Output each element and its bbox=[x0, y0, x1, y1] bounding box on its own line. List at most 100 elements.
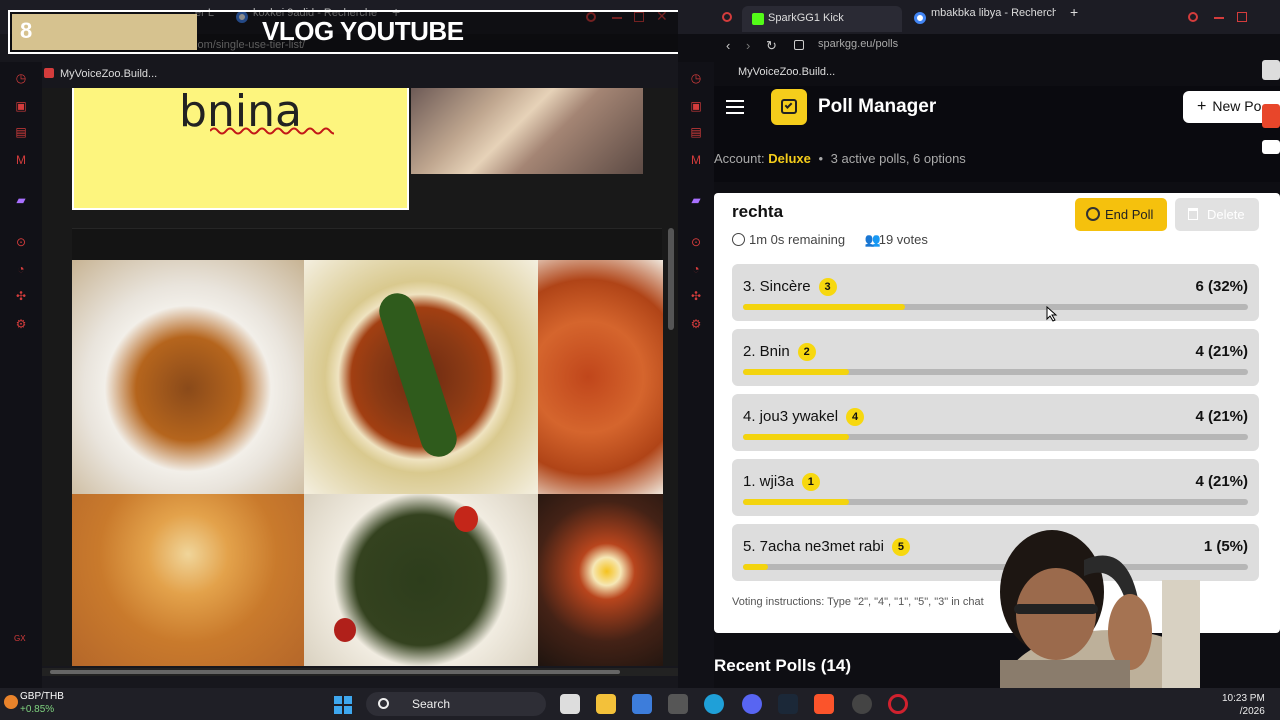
food-image-shakshuka[interactable] bbox=[538, 494, 663, 666]
option-label-wrap: 3. Sincère 3 bbox=[743, 278, 837, 296]
app-icon[interactable] bbox=[668, 694, 688, 714]
clock-icon bbox=[732, 233, 745, 246]
tier-row-separator bbox=[72, 228, 662, 260]
sidebar-bag-icon[interactable]: ▣ bbox=[13, 98, 29, 114]
delete-poll-button[interactable]: Delete bbox=[1175, 198, 1259, 231]
right-maximize-icon[interactable] bbox=[1237, 12, 1247, 22]
system-clock[interactable]: 10:23 PM /2026 bbox=[1222, 692, 1265, 718]
option-label: 2. Bnin bbox=[743, 343, 790, 360]
account-type: Deluxe bbox=[768, 151, 811, 166]
reload-icon[interactable]: ↻ bbox=[766, 38, 777, 54]
stocks-icon[interactable] bbox=[4, 695, 18, 709]
poll-option[interactable]: 4. jou3 ywakel 4 4 (21%) bbox=[732, 394, 1259, 451]
recent-polls-heading[interactable]: Recent Polls (14) bbox=[714, 656, 851, 676]
sidebar-wallet-icon[interactable]: ▤ bbox=[13, 124, 29, 140]
poll-option[interactable]: 2. Bnin 2 4 (21%) bbox=[732, 329, 1259, 386]
new-poll-label: New Po bbox=[1212, 98, 1262, 114]
right-sidebar-clock-icon[interactable]: ◔ bbox=[688, 261, 704, 277]
end-poll-button[interactable]: End Poll bbox=[1075, 198, 1167, 231]
right-sidebar-settings-icon[interactable]: ⚙ bbox=[688, 316, 704, 332]
left-bookmarks-bar: MyVoiceZoo.Build... bbox=[0, 62, 678, 86]
file-explorer-icon[interactable] bbox=[596, 694, 616, 714]
right-sidebar-wallet-icon[interactable]: ▤ bbox=[688, 124, 704, 140]
option-result: 6 (32%) bbox=[1195, 278, 1248, 295]
poll-option[interactable]: 1. wji3a 1 4 (21%) bbox=[732, 459, 1259, 516]
right-sidebar-history-icon[interactable]: ◷ bbox=[688, 70, 704, 86]
sidebar-twitch-icon[interactable]: ▰ bbox=[13, 192, 29, 208]
option-badge: 4 bbox=[846, 408, 865, 426]
time-remaining: 1m 0s remaining bbox=[749, 232, 846, 247]
option-progress-fill bbox=[743, 304, 905, 310]
back-icon[interactable]: ‹ bbox=[726, 38, 730, 53]
right-sidebar-history-icon[interactable] bbox=[722, 12, 732, 22]
app-strip-icon[interactable] bbox=[1262, 104, 1280, 128]
sidebar-gx-tag: GX bbox=[14, 634, 26, 643]
page-title: Poll Manager bbox=[818, 96, 937, 117]
spellcheck-underline bbox=[210, 127, 334, 135]
right-sidebar-player-icon[interactable]: ⊙ bbox=[688, 234, 704, 250]
right-url[interactable]: sparkgg.eu/polls bbox=[818, 38, 898, 50]
right-sidebar-puzzle-icon[interactable]: ✣ bbox=[688, 288, 704, 304]
right-new-tab-button[interactable]: + bbox=[1070, 4, 1078, 26]
food-image-stuffed-rice[interactable] bbox=[72, 494, 304, 666]
overlay-left-number: 8 bbox=[20, 18, 33, 43]
app-strip-icon[interactable] bbox=[1262, 60, 1280, 80]
right-sidebar-twitch-icon[interactable]: ▰ bbox=[688, 192, 704, 208]
right-sidebar-bag-icon[interactable]: ▣ bbox=[688, 98, 704, 114]
tier-card-yellow[interactable]: bnina bbox=[72, 88, 409, 210]
food-image-peas-stew[interactable] bbox=[72, 260, 304, 494]
forward-icon[interactable]: › bbox=[746, 38, 750, 53]
store-icon[interactable] bbox=[632, 694, 652, 714]
tab-sparkgg-kick[interactable]: SparkGG1 Kick bbox=[742, 6, 902, 32]
bookmark-icon bbox=[44, 68, 54, 78]
opera-gx-icon[interactable] bbox=[888, 694, 908, 714]
poll-option[interactable]: 3. Sincère 3 6 (32%) bbox=[732, 264, 1259, 321]
sidebar-puzzle-icon[interactable]: ✣ bbox=[13, 288, 29, 304]
account-label: Account: bbox=[714, 151, 765, 166]
option-label-wrap: 5. 7acha ne3met rabi 5 bbox=[743, 538, 910, 556]
clock-date: /2026 bbox=[1239, 706, 1265, 717]
sidebar-mail-icon[interactable]: M bbox=[13, 152, 29, 168]
pasta-dish-image[interactable] bbox=[411, 88, 643, 174]
plus-icon: + bbox=[1197, 98, 1207, 115]
right-minimize-icon[interactable] bbox=[1214, 17, 1224, 19]
left-horizontal-scroll-thumb[interactable] bbox=[50, 670, 620, 674]
food-image-mloukhia[interactable] bbox=[304, 494, 538, 666]
sidebar-settings-icon[interactable]: ⚙ bbox=[13, 316, 29, 332]
right-bookmark-item[interactable]: MyVoiceZoo.Build... bbox=[738, 66, 835, 78]
task-view-icon[interactable] bbox=[560, 694, 580, 714]
option-progress-track bbox=[743, 434, 1248, 440]
option-badge: 5 bbox=[891, 538, 910, 556]
overlay-tan-block bbox=[12, 14, 197, 50]
sidebar-player-icon[interactable]: ⊙ bbox=[13, 234, 29, 250]
left-vertical-scrollbar[interactable] bbox=[668, 228, 674, 330]
red-pepper-shape bbox=[334, 618, 356, 642]
right-sidebar-mail-icon[interactable]: M bbox=[688, 152, 704, 168]
left-bookmark-item[interactable]: MyVoiceZoo.Build... bbox=[60, 68, 157, 80]
sidebar-clock-icon[interactable]: ◔ bbox=[13, 261, 29, 277]
right-sidebar: ◷ ▣ ▤ M ▰ ⊙ ◔ ✣ ⚙ bbox=[678, 62, 714, 688]
option-label-wrap: 2. Bnin 2 bbox=[743, 343, 816, 361]
tab-mbakbka-search[interactable]: mbakbka libya - Recherche bbox=[931, 7, 1056, 29]
windows-start-icon[interactable] bbox=[334, 696, 352, 714]
stock-ticker[interactable]: GBP/THB +0.85% bbox=[20, 690, 64, 716]
option-label: 4. jou3 ywakel bbox=[743, 408, 839, 425]
discord-icon[interactable] bbox=[742, 694, 762, 714]
food-image-tomato-dish[interactable] bbox=[538, 260, 663, 494]
red-pepper-shape bbox=[454, 506, 478, 532]
steam-icon[interactable] bbox=[778, 694, 798, 714]
green-pepper-shape bbox=[374, 288, 462, 462]
option-badge: 3 bbox=[818, 278, 837, 296]
taskbar-search[interactable]: Search bbox=[366, 692, 546, 716]
edge-icon[interactable] bbox=[704, 694, 724, 714]
sidebar-history-icon[interactable]: ◷ bbox=[13, 70, 29, 86]
right-search-icon[interactable] bbox=[1188, 12, 1198, 22]
menu-icon[interactable] bbox=[726, 98, 748, 116]
clock-time: 10:23 PM bbox=[1222, 693, 1265, 704]
brave-icon[interactable] bbox=[814, 694, 834, 714]
option-progress-track bbox=[743, 499, 1248, 505]
food-image-pepper-meatballs[interactable] bbox=[304, 260, 538, 494]
option-result: 1 (5%) bbox=[1203, 538, 1248, 555]
obs-icon[interactable] bbox=[852, 694, 872, 714]
app-strip-icon[interactable] bbox=[1262, 140, 1280, 154]
